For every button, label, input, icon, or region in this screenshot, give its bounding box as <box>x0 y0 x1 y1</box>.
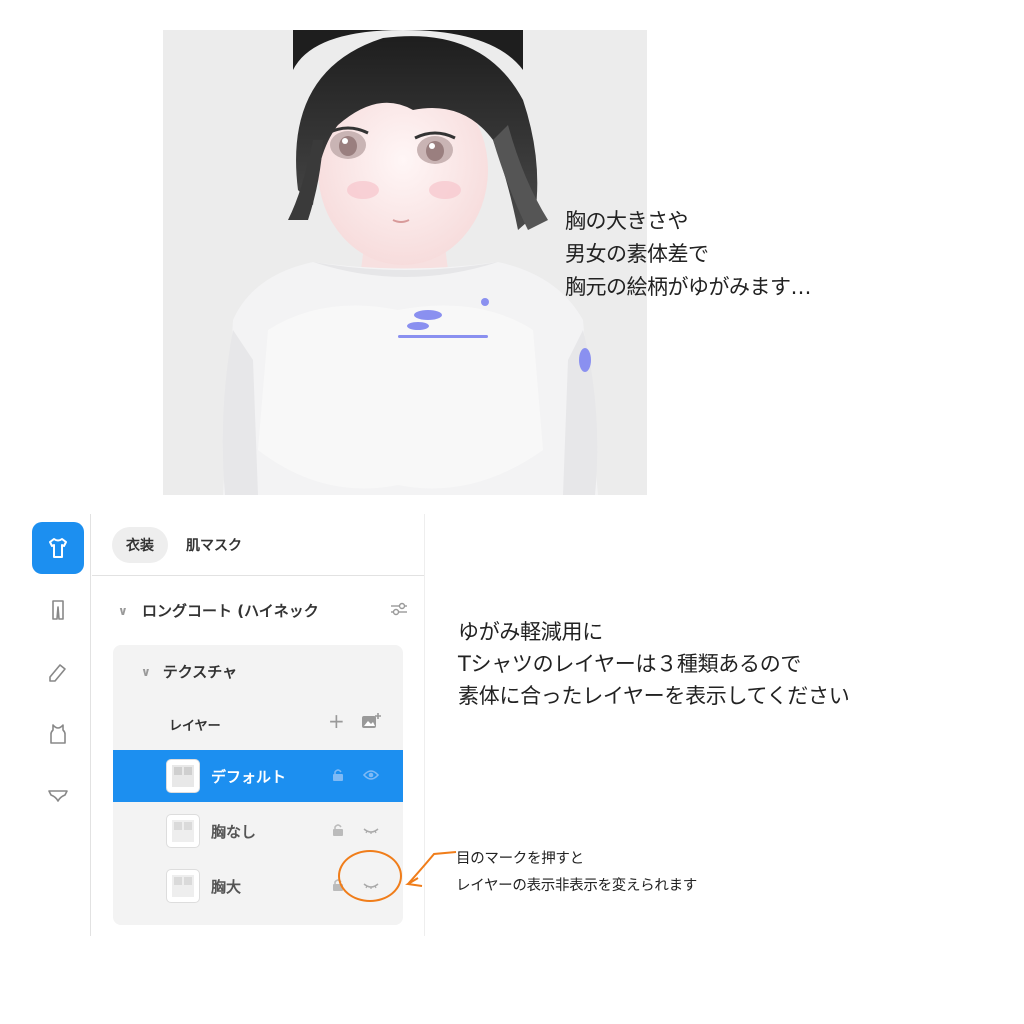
layer-name: 胸なし <box>211 822 257 841</box>
layer-row-default[interactable]: デフォルト <box>113 750 403 802</box>
lock-icon[interactable] <box>331 822 345 841</box>
texture-title: テクスチャ <box>162 663 238 681</box>
shoe-icon <box>49 664 66 682</box>
tshirt-icon <box>49 538 67 558</box>
lock-icon[interactable] <box>331 767 345 786</box>
layer-name: デフォルト <box>211 767 287 786</box>
category-sidebar <box>0 512 90 937</box>
layer-name: 胸大 <box>211 877 242 896</box>
sidebar-divider <box>90 514 91 936</box>
category-underwear-button[interactable] <box>32 770 84 822</box>
layer-thumbnail <box>166 814 200 848</box>
category-pants-button[interactable] <box>32 584 84 636</box>
underwear-icon <box>48 790 68 802</box>
eye-closed-icon[interactable] <box>363 822 379 841</box>
texture-header[interactable]: ∨ テクスチャ <box>141 661 237 682</box>
category-tshirt-button[interactable] <box>32 522 84 574</box>
annotation-circle <box>338 850 402 902</box>
annotation-arrow <box>400 848 458 896</box>
panel-tabs: 衣装 肌マスク <box>112 527 256 563</box>
pants-icon <box>52 600 64 620</box>
settings-sliders-icon[interactable] <box>384 602 408 620</box>
tab-costume[interactable]: 衣装 <box>112 527 168 563</box>
chevron-down-icon[interactable]: ∨ <box>118 604 142 618</box>
note-layer-choice: ゆがみ軽減用に Tシャツのレイヤーは３種類あるので 素体に合ったレイヤーを表示し… <box>458 620 850 708</box>
chevron-down-icon[interactable]: ∨ <box>141 665 151 679</box>
tank-top-icon <box>50 724 66 744</box>
tab-skin-mask[interactable]: 肌マスク <box>172 527 256 563</box>
note-eye-toggle: 目のマークを押すと レイヤーの表示非表示を変えられます <box>456 851 697 894</box>
layer-thumbnail <box>166 869 200 903</box>
category-tanktop-button[interactable] <box>32 708 84 760</box>
layer-row-no-chest[interactable]: 胸なし <box>113 805 403 857</box>
layers-label: レイヤー <box>169 719 221 734</box>
note-distortion: 胸の大きさや 男女の素体差で 胸元の絵柄がゆがみます… <box>565 209 812 299</box>
eye-open-icon[interactable] <box>362 767 380 786</box>
category-shoes-button[interactable] <box>32 646 84 698</box>
add-layer-icon[interactable]: + <box>328 709 345 733</box>
tabs-divider <box>92 575 424 576</box>
layer-thumbnail <box>166 759 200 793</box>
add-image-layer-icon[interactable] <box>361 712 381 734</box>
costume-item-row[interactable]: ∨ ロングコート (ハイネック <box>118 600 408 621</box>
costume-item-title: ロングコート (ハイネック <box>142 602 319 620</box>
